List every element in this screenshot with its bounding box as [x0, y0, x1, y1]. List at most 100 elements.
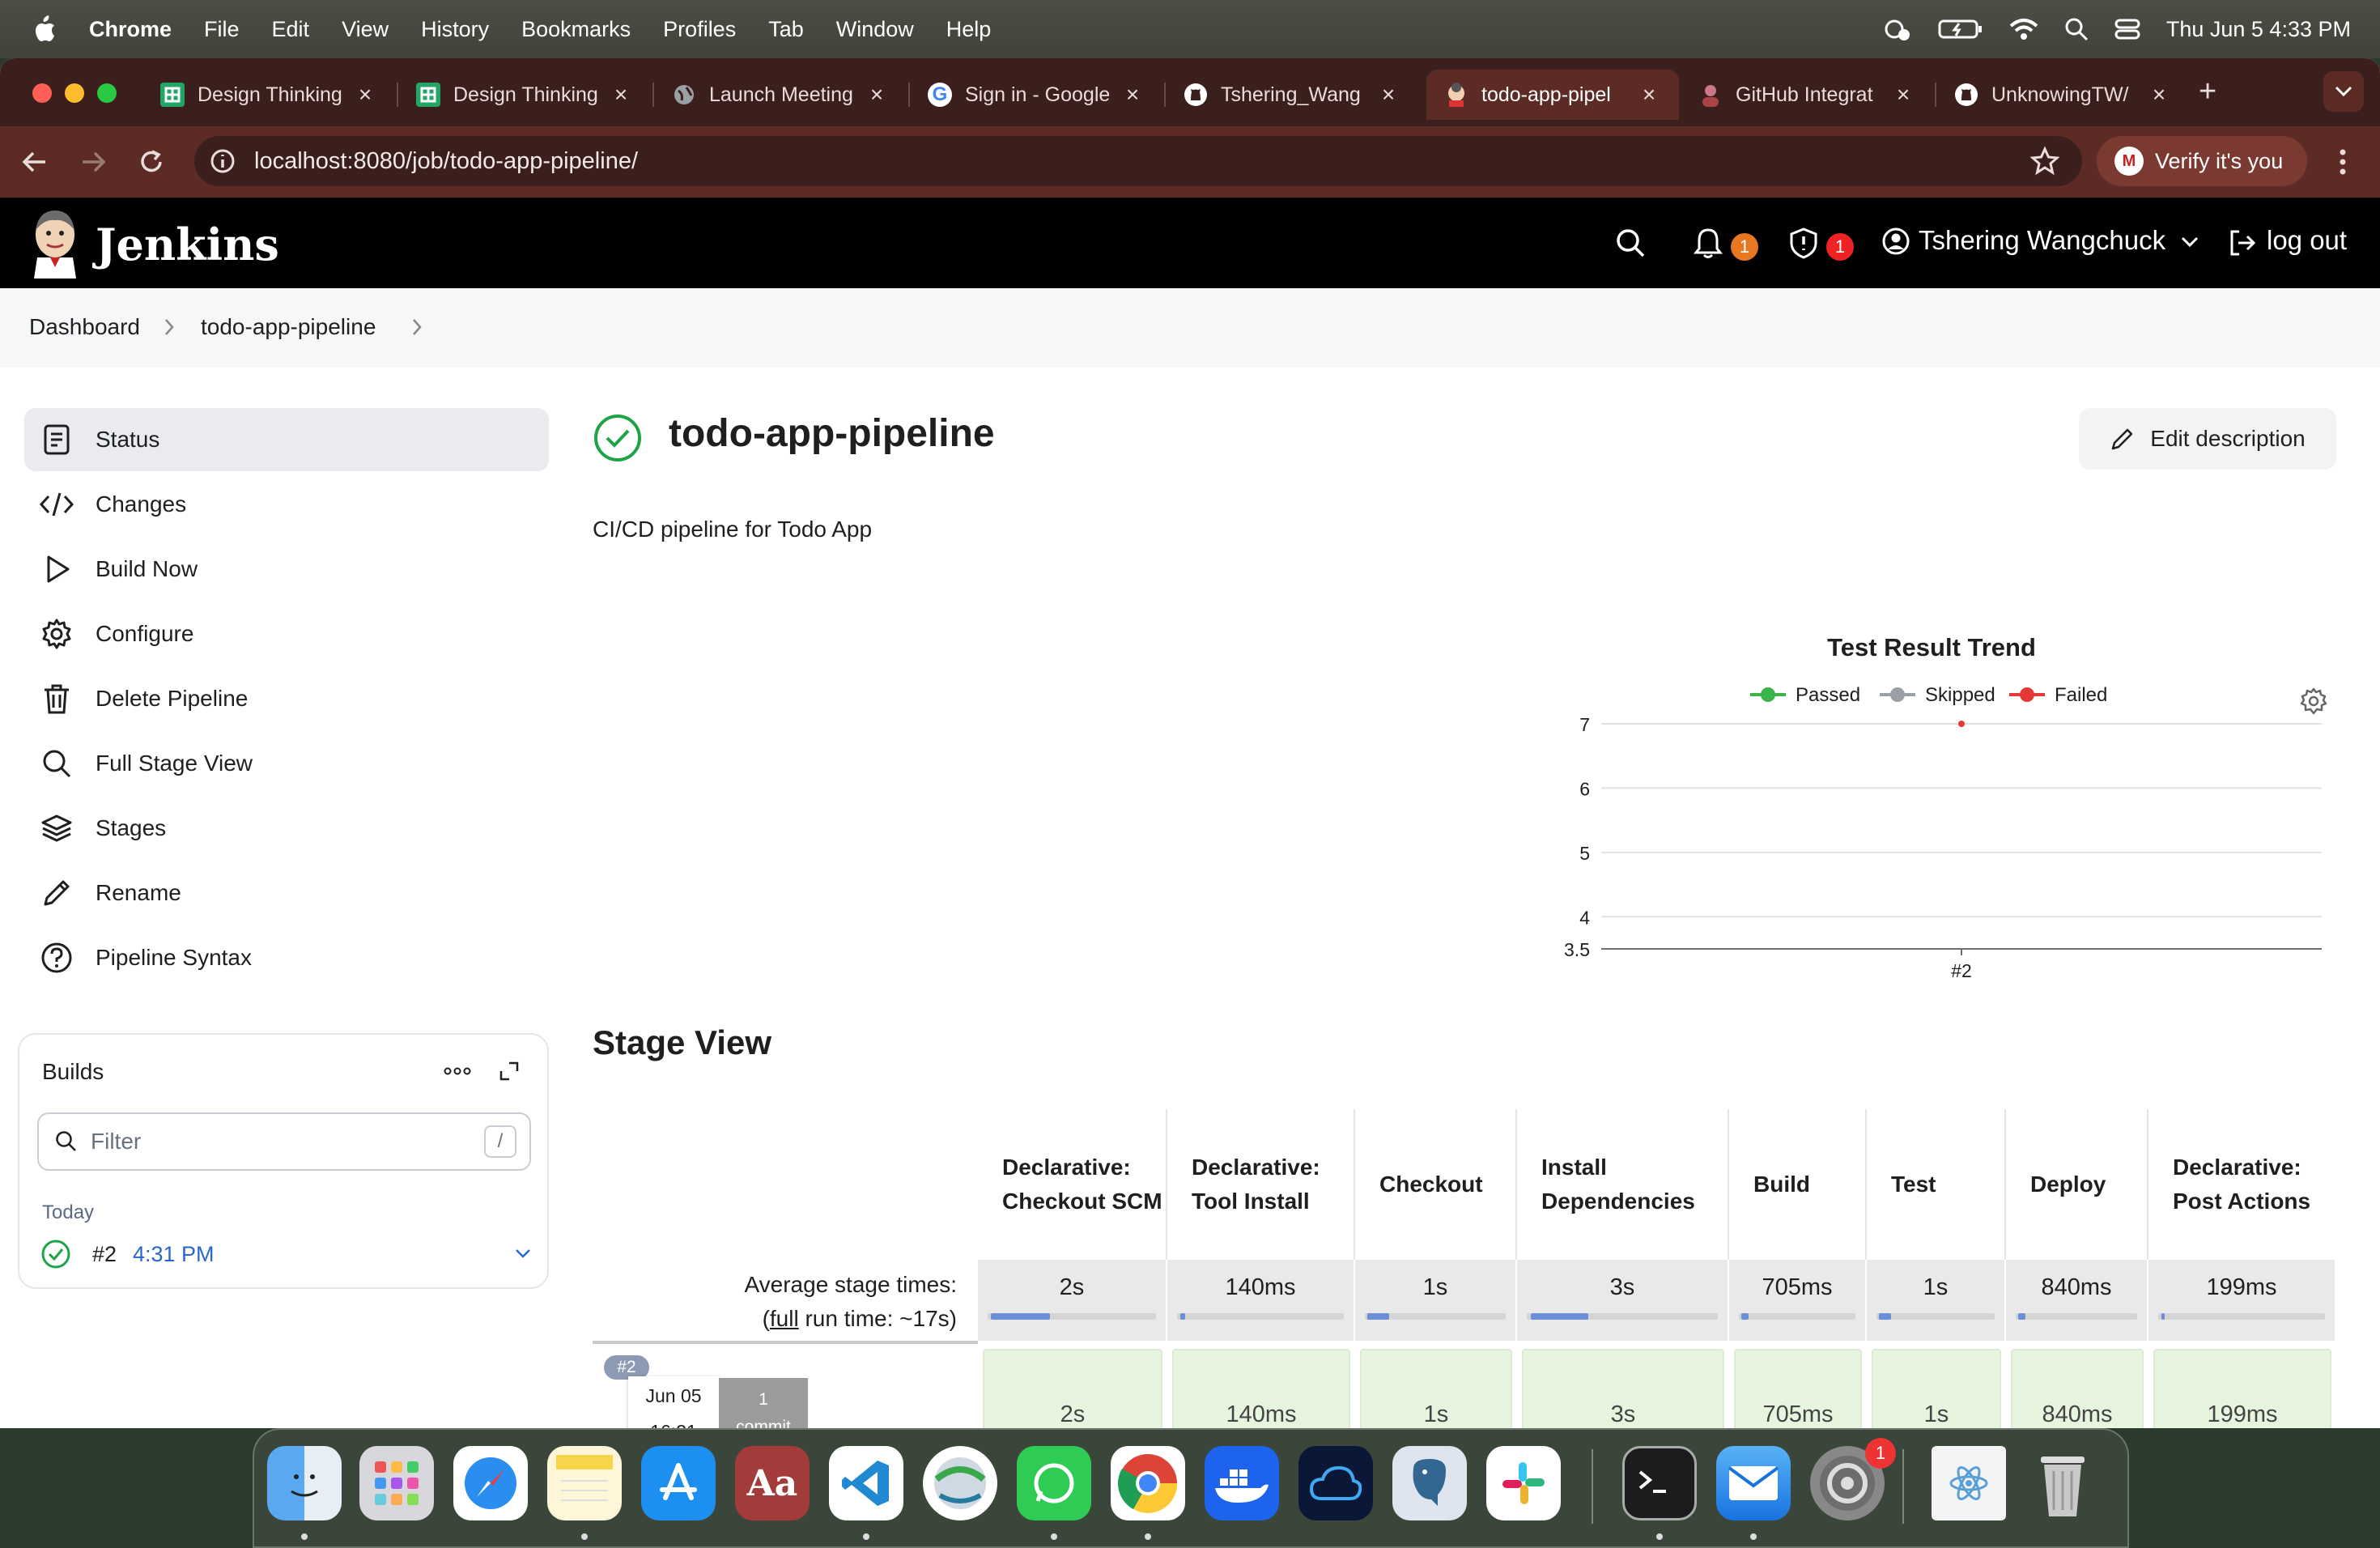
finder-icon[interactable]: [267, 1446, 342, 1520]
chrome-icon[interactable]: [1111, 1446, 1185, 1520]
breadcrumb-job[interactable]: todo-app-pipeline: [201, 314, 376, 340]
menu-profiles[interactable]: Profiles: [663, 17, 736, 42]
edit-description-button[interactable]: Edit description: [2079, 408, 2336, 470]
menu-tab[interactable]: Tab: [768, 17, 804, 42]
more-menu-icon[interactable]: [2338, 147, 2348, 176]
close-tab-icon[interactable]: ×: [865, 82, 889, 108]
url-text[interactable]: localhost:8080/job/todo-app-pipeline/: [254, 148, 638, 175]
logout-link[interactable]: log out: [2267, 225, 2347, 256]
sidebar-item-pipeline-syntax[interactable]: Pipeline Syntax: [24, 926, 549, 989]
notifications-bell-icon[interactable]: [1694, 227, 1723, 259]
close-tab-icon[interactable]: ×: [1891, 82, 1915, 108]
jenkins-brand[interactable]: Jenkins: [96, 219, 279, 270]
sidebar-item-stages[interactable]: Stages: [24, 797, 549, 860]
menu-view[interactable]: View: [342, 17, 389, 42]
sidebar-item-status[interactable]: Status: [24, 408, 549, 471]
build-time-link[interactable]: 4:31 PM: [133, 1242, 215, 1267]
menu-history[interactable]: History: [421, 17, 489, 42]
apple-icon[interactable]: [32, 15, 57, 43]
app-store-icon[interactable]: [641, 1446, 716, 1520]
tab-3[interactable]: G Sign in - Google ×: [910, 70, 1162, 120]
stage-cell[interactable]: 199ms: [2153, 1349, 2331, 1428]
user-menu[interactable]: Tshering Wangchuck: [1919, 225, 2165, 256]
battery-icon[interactable]: [1938, 18, 1983, 40]
spotlight-icon[interactable]: [2064, 17, 2089, 41]
close-tab-icon[interactable]: ×: [1120, 82, 1145, 108]
control-center-icon[interactable]: [2114, 17, 2140, 41]
build-commits-button[interactable]: 1 commit: [719, 1378, 808, 1428]
chart-legend[interactable]: Passed Skipped Failed: [1750, 684, 2107, 706]
chevron-right-icon[interactable]: [411, 317, 423, 337]
chevron-down-icon[interactable]: [515, 1248, 531, 1260]
sidebar-item-delete-pipeline[interactable]: Delete Pipeline: [24, 667, 549, 730]
launchpad-icon[interactable]: [359, 1446, 434, 1520]
notes-icon[interactable]: [547, 1446, 622, 1520]
forward-icon[interactable]: [79, 149, 107, 175]
menu-window[interactable]: Window: [836, 17, 914, 42]
mail-icon[interactable]: [1716, 1446, 1791, 1520]
stage-cell[interactable]: 2s: [983, 1349, 1162, 1428]
reload-icon[interactable]: [138, 148, 165, 176]
close-window-button[interactable]: [32, 83, 52, 103]
react-file-icon[interactable]: [1932, 1446, 2006, 1520]
chevron-down-icon[interactable]: [2181, 236, 2199, 248]
menu-file[interactable]: File: [204, 17, 240, 42]
builds-filter-input[interactable]: Filter /: [37, 1112, 531, 1171]
tab-5-active[interactable]: todo-app-pipel ×: [1426, 70, 1679, 120]
whatsapp-icon[interactable]: [1017, 1446, 1091, 1520]
dictionary-icon[interactable]: Aa: [735, 1446, 810, 1520]
stage-cell[interactable]: 1s: [1872, 1349, 2001, 1428]
new-tab-icon[interactable]: +: [2199, 74, 2216, 109]
tab-4[interactable]: Tshering_Wang ×: [1166, 70, 1418, 120]
siri-icon[interactable]: [1883, 17, 1912, 41]
menu-bookmarks[interactable]: Bookmarks: [521, 17, 631, 42]
minimize-window-button[interactable]: [65, 83, 84, 103]
tab-search-button[interactable]: [2323, 71, 2364, 112]
trash-icon[interactable]: [2025, 1446, 2100, 1520]
tab-0[interactable]: Design Thinking ×: [142, 70, 395, 120]
network-radar-icon[interactable]: [923, 1446, 997, 1520]
logout-icon[interactable]: [2228, 228, 2257, 257]
sidebar-item-configure[interactable]: Configure: [24, 602, 549, 666]
close-tab-icon[interactable]: ×: [2147, 82, 2171, 108]
stage-cell[interactable]: 1s: [1360, 1349, 1512, 1428]
security-shield-icon[interactable]: [1789, 227, 1818, 259]
terminal-icon[interactable]: [1622, 1446, 1697, 1520]
slack-icon[interactable]: [1486, 1446, 1561, 1520]
back-icon[interactable]: [21, 149, 49, 175]
wifi-icon[interactable]: [2009, 18, 2038, 40]
vscode-icon[interactable]: [829, 1446, 903, 1520]
sidebar-item-build-now[interactable]: Build Now: [24, 538, 549, 601]
tab-2[interactable]: Launch Meeting ×: [654, 70, 907, 120]
verify-identity-button[interactable]: M Verify it's you: [2097, 136, 2307, 186]
menu-app-name[interactable]: Chrome: [89, 17, 172, 42]
breadcrumb-dashboard[interactable]: Dashboard: [29, 314, 140, 340]
postgresql-icon[interactable]: [1392, 1446, 1467, 1520]
tab-1[interactable]: Design Thinking ×: [398, 70, 651, 120]
safari-icon[interactable]: [453, 1446, 528, 1520]
stage-cell[interactable]: 3s: [1522, 1349, 1724, 1428]
tab-6[interactable]: GitHub Integrat ×: [1681, 70, 1933, 120]
menu-help[interactable]: Help: [946, 17, 992, 42]
address-bar[interactable]: localhost:8080/job/todo-app-pipeline/: [194, 136, 2082, 186]
cloud-shell-icon[interactable]: [1298, 1446, 1373, 1520]
build-date-card[interactable]: Jun 05 16:31: [628, 1376, 719, 1428]
expand-icon[interactable]: [499, 1061, 520, 1082]
bookmark-star-icon[interactable]: [2030, 147, 2059, 176]
chart-settings-gear-icon[interactable]: [2299, 687, 2328, 716]
stage-cell[interactable]: 140ms: [1172, 1349, 1350, 1428]
stage-cell[interactable]: 705ms: [1734, 1349, 1862, 1428]
sidebar-item-full-stage-view[interactable]: Full Stage View: [24, 732, 549, 795]
close-tab-icon[interactable]: ×: [609, 82, 633, 108]
tab-7[interactable]: UnknowingTW/ ×: [1936, 70, 2189, 120]
close-tab-icon[interactable]: ×: [1637, 82, 1661, 108]
sidebar-item-changes[interactable]: Changes: [24, 473, 549, 536]
search-icon[interactable]: [1616, 228, 1645, 257]
menu-edit[interactable]: Edit: [272, 17, 310, 42]
build-list-item[interactable]: #2 4:31 PM: [28, 1229, 541, 1279]
stage-cell[interactable]: 840ms: [2011, 1349, 2144, 1428]
menubar-clock[interactable]: Thu Jun 5 4:33 PM: [2166, 17, 2351, 42]
zoom-window-button[interactable]: [97, 83, 117, 103]
jenkins-logo-icon[interactable]: [29, 207, 81, 279]
docker-icon[interactable]: [1205, 1446, 1279, 1520]
